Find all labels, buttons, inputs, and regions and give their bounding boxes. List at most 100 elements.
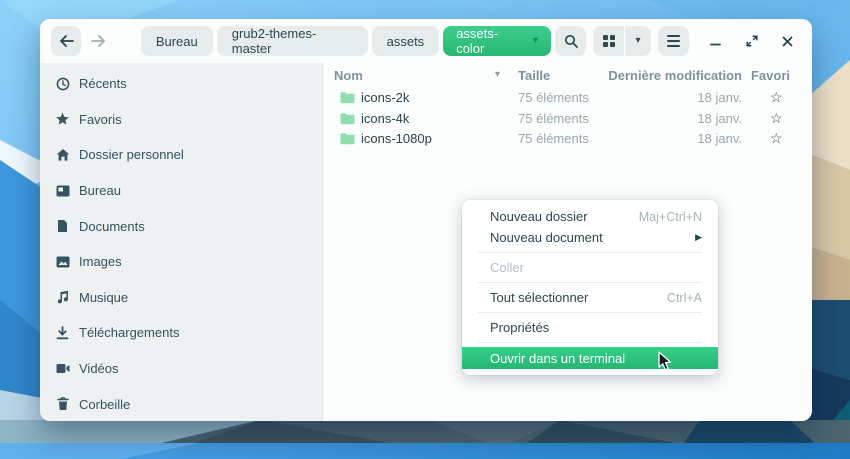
search-icon [564, 34, 578, 48]
sidebar-item-label: Musique [79, 290, 128, 305]
sidebar-item-telechargements[interactable]: Téléchargements [40, 315, 322, 351]
file-rows: icons-2k 75 éléments 18 janv. ☆ icons-4k… [323, 88, 812, 150]
menu-item-coller[interactable]: Coller [462, 257, 718, 278]
file-size: 75 éléments [518, 90, 589, 105]
file-modified-date: 18 janv. [697, 131, 742, 146]
image-icon [55, 254, 70, 269]
view-options-dropdown-button[interactable]: ▾ [625, 26, 651, 56]
menu-item-tout-selectionner[interactable]: Tout sélectionner Ctrl+A [462, 287, 718, 308]
favorite-star-icon[interactable]: ☆ [770, 110, 783, 127]
sidebar-item-videos[interactable]: Vidéos [40, 351, 322, 387]
menu-item-label: Ouvrir dans un terminal [490, 351, 625, 366]
sidebar-item-documents[interactable]: Documents [40, 208, 322, 244]
toolbar-right-cluster: ▾ [555, 26, 801, 56]
sidebar-item-favoris[interactable]: Favoris [40, 102, 322, 138]
sidebar-item-musique[interactable]: Musique [40, 280, 322, 316]
file-size: 75 éléments [518, 131, 589, 146]
toolbar: Bureau grub2-themes-master assets assets… [40, 19, 812, 63]
close-icon [782, 36, 793, 47]
menu-item-shortcut: Ctrl+A [667, 291, 702, 305]
menu-item-nouveau-document[interactable]: Nouveau document ▶ [462, 227, 718, 248]
sidebar: Récents Favoris Dossier personnel [40, 63, 323, 421]
folder-icon [340, 112, 355, 128]
breadcrumb-current-label: assets-color [456, 26, 524, 56]
menu-separator [478, 312, 702, 313]
menu-item-label: Coller [490, 260, 524, 275]
column-header-modified[interactable]: Dernière modification [608, 68, 742, 83]
grid-view-button[interactable] [593, 26, 624, 56]
back-arrow-icon [59, 35, 74, 47]
sidebar-item-corbeille[interactable]: Corbeille [40, 386, 322, 422]
column-header-size[interactable]: Taille [518, 68, 550, 83]
context-menu: Nouveau dossier Maj+Ctrl+N Nouveau docum… [462, 200, 718, 375]
menu-item-nouveau-dossier[interactable]: Nouveau dossier Maj+Ctrl+N [462, 206, 718, 227]
chevron-down-icon: ▾ [533, 36, 538, 46]
back-button[interactable] [51, 26, 81, 56]
folder-icon [340, 132, 355, 148]
table-row-icons-1080p[interactable]: icons-1080p 75 éléments 18 janv. ☆ [323, 129, 812, 150]
restore-icon [746, 35, 758, 47]
download-icon [55, 325, 70, 340]
minimize-button[interactable] [702, 26, 729, 56]
sidebar-item-images[interactable]: Images [40, 244, 322, 280]
music-icon [55, 290, 70, 305]
submenu-arrow-icon: ▶ [695, 232, 702, 243]
file-size: 75 éléments [518, 111, 589, 126]
breadcrumb-current-assets-color[interactable]: assets-color ▾ [443, 26, 551, 56]
sidebar-item-dossier-personnel[interactable]: Dossier personnel [40, 137, 322, 173]
file-name: icons-1080p [361, 131, 432, 146]
menu-separator [478, 342, 702, 343]
favorite-star-icon[interactable]: ☆ [770, 130, 783, 147]
menu-item-shortcut: Maj+Ctrl+N [639, 210, 702, 224]
menu-item-proprietes[interactable]: Propriétés [462, 317, 718, 338]
sidebar-item-bureau[interactable]: Bureau [40, 173, 322, 209]
view-mode-split-button: ▾ [593, 26, 651, 56]
window-controls [702, 26, 801, 56]
breadcrumb-grub2-themes-master[interactable]: grub2-themes-master [217, 26, 368, 56]
hamburger-icon [667, 35, 680, 47]
trash-icon [55, 397, 70, 412]
sidebar-item-label: Bureau [79, 183, 121, 198]
sidebar-item-label: Images [79, 254, 122, 269]
search-button[interactable] [555, 26, 586, 56]
breadcrumb-assets[interactable]: assets [372, 26, 440, 56]
breadcrumb-bureau[interactable]: Bureau [141, 26, 213, 56]
file-modified-date: 18 janv. [697, 111, 742, 126]
home-icon [55, 147, 70, 162]
forward-arrow-icon [91, 35, 106, 47]
menu-separator [478, 252, 702, 253]
grid-view-icon [603, 35, 615, 47]
clock-icon [55, 76, 70, 91]
menu-item-label: Nouveau dossier [490, 209, 588, 224]
close-button[interactable] [774, 26, 801, 56]
menu-button[interactable] [658, 26, 689, 56]
sidebar-item-label: Récents [79, 76, 127, 91]
sidebar-item-recents[interactable]: Récents [40, 66, 322, 102]
document-icon [55, 219, 70, 234]
maximize-button[interactable] [738, 26, 765, 56]
table-row-icons-2k[interactable]: icons-2k 75 éléments 18 janv. ☆ [323, 88, 812, 109]
file-modified-date: 18 janv. [697, 90, 742, 105]
forward-button[interactable] [85, 26, 111, 56]
menu-separator [478, 282, 702, 283]
star-icon [55, 112, 70, 127]
sidebar-item-label: Vidéos [79, 361, 119, 376]
file-name: icons-2k [361, 90, 409, 105]
chevron-down-icon: ▾ [635, 36, 640, 46]
menu-item-ouvrir-dans-un-terminal[interactable]: Ouvrir dans un terminal [462, 347, 718, 369]
file-name: icons-4k [361, 111, 409, 126]
minimize-icon [710, 36, 721, 47]
sidebar-item-label: Documents [79, 219, 145, 234]
sidebar-item-label: Favoris [79, 112, 122, 127]
favorite-star-icon[interactable]: ☆ [770, 89, 783, 106]
mouse-cursor [658, 351, 673, 372]
table-row-icons-4k[interactable]: icons-4k 75 éléments 18 janv. ☆ [323, 109, 812, 130]
folder-icon [340, 91, 355, 107]
video-icon [55, 361, 70, 376]
column-header-name[interactable]: Nom [334, 68, 363, 83]
column-header-favorite[interactable]: Favori [751, 68, 790, 83]
menu-item-label: Nouveau document [490, 230, 603, 245]
menu-item-label: Propriétés [490, 320, 549, 335]
sidebar-item-label: Dossier personnel [79, 147, 184, 162]
sidebar-item-label: Téléchargements [79, 325, 179, 340]
